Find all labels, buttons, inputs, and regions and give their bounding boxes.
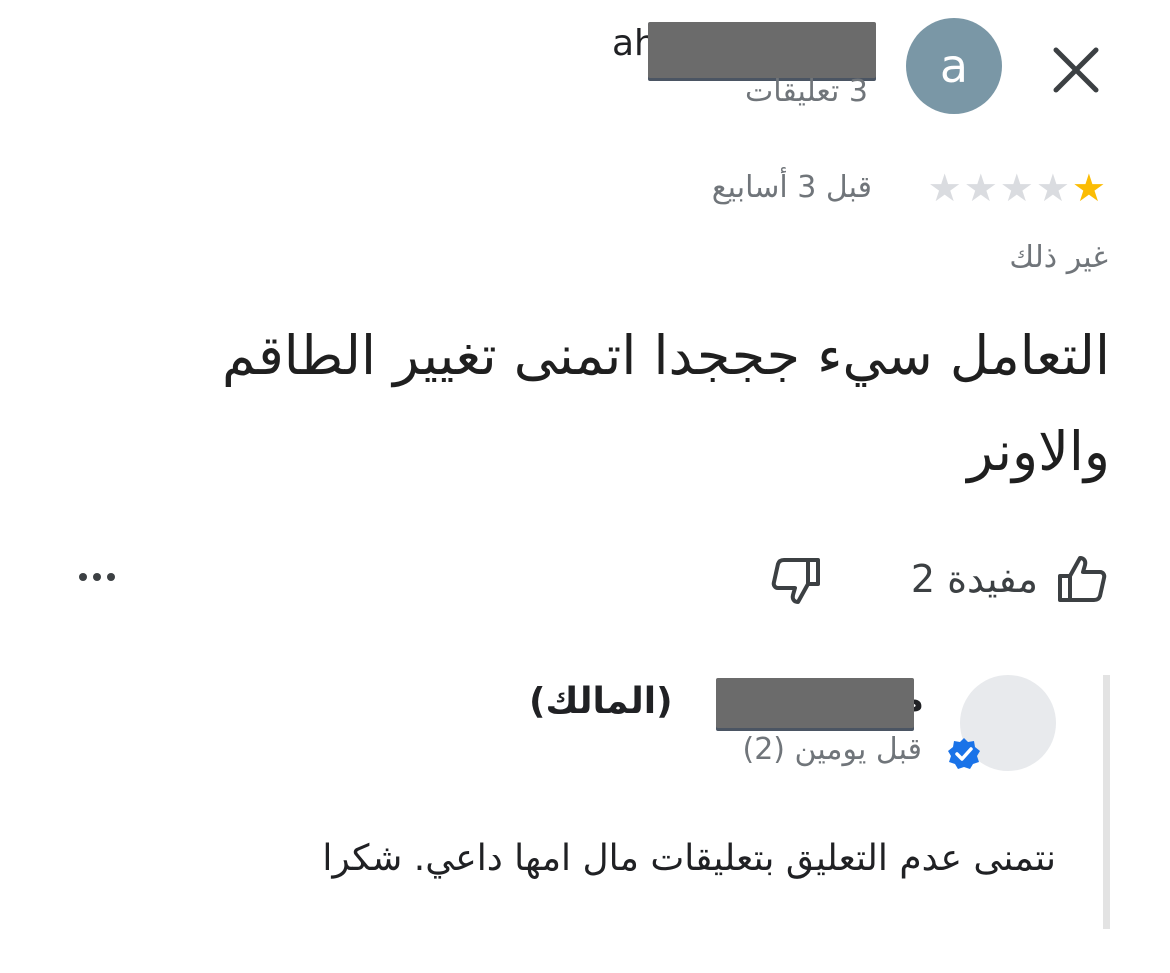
reply-divider [1103, 675, 1110, 929]
redaction-box [716, 678, 914, 728]
reviewer-review-count: 3 تعليقات [745, 74, 868, 109]
close-button[interactable] [1046, 40, 1106, 100]
helpful-button[interactable]: مفيدة 2 [911, 554, 1108, 604]
review-date: قبل 3 أسابيع [711, 170, 872, 205]
star-rating: ★★★★★ [928, 166, 1108, 210]
empty-stars: ★★★★ [927, 166, 1072, 210]
helpful-label: مفيدة 2 [910, 557, 1038, 601]
thumbs-up-icon [1058, 556, 1107, 602]
thumbs-down-icon [771, 558, 820, 604]
avatar-letter: a [939, 39, 969, 93]
filled-star: ★ [1071, 166, 1108, 210]
verified-badge-icon [948, 738, 980, 769]
redaction-box [648, 22, 876, 78]
owner-label: (المالك) [529, 681, 673, 722]
more-options-button[interactable] [76, 562, 120, 592]
not-helpful-button[interactable] [768, 556, 822, 606]
more-horizontal-icon [79, 573, 115, 581]
owner-reply-text: نتمنى عدم التعليق بتعليقات مال امها داعي… [322, 838, 1056, 879]
owner-reply-date: قبل يومين (2) [742, 732, 922, 767]
close-icon [1053, 47, 1099, 93]
review-text: التعامل سيء جججدا اتمنى تغيير الطاقم وال… [222, 324, 1110, 483]
review-category: غير ذلك [1009, 240, 1108, 275]
reviewer-avatar[interactable]: a [906, 18, 1002, 114]
